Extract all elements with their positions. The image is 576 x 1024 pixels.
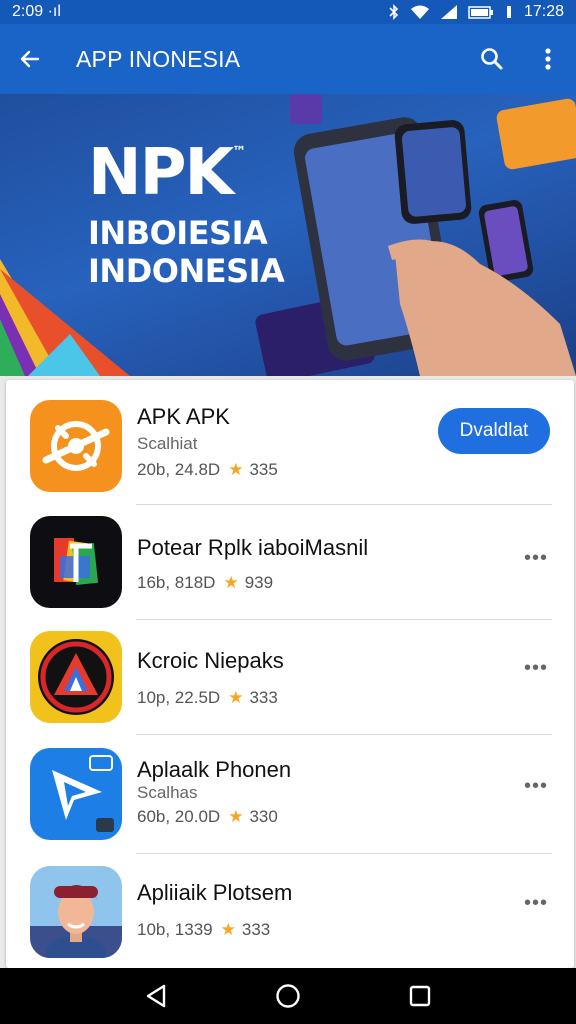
list-item[interactable]: Potear Rplk iaboiMasnil 16b, 818D ★ 939 ••… — [6, 505, 574, 619]
back-button[interactable] — [0, 24, 60, 94]
signal-icon — [440, 5, 457, 19]
search-icon — [481, 48, 503, 70]
app-meta: 20b, 24.8D ★ 335 — [137, 460, 278, 479]
blue-play-arrow-icon — [30, 748, 122, 840]
banner-artwork — [0, 94, 576, 376]
red-ring-triangle-icon — [30, 631, 122, 723]
more-options-button[interactable] — [520, 24, 576, 94]
more-options-button[interactable]: ••• — [516, 653, 556, 683]
alarm-icon — [506, 6, 511, 18]
status-bar: 2:09 ·ıl 17:28 — [0, 0, 576, 24]
home-circle-icon — [276, 984, 300, 1008]
star-icon: ★ — [220, 920, 236, 939]
app-name: APK APK — [137, 404, 230, 429]
star-icon: ★ — [228, 460, 244, 479]
app-meta: 10b, 1339 ★ 333 — [137, 920, 271, 939]
person-portrait-icon — [30, 866, 122, 958]
app-meta: 10p, 22.5D ★ 333 — [137, 688, 278, 707]
status-time-left: 2:09 ·ıl — [12, 3, 61, 20]
status-time-right: 17:28 — [523, 3, 564, 20]
recents-square-icon — [409, 985, 431, 1007]
list-item[interactable]: APK APK Scalhiat 20b, 24.8D ★ 335 Dvaldlat — [6, 380, 574, 504]
battery-icon — [468, 6, 493, 19]
more-horiz-icon: ••• — [523, 774, 548, 797]
bluetooth-icon — [389, 4, 399, 20]
more-options-button[interactable]: ••• — [516, 888, 556, 918]
more-options-button[interactable]: ••• — [516, 543, 556, 573]
more-options-button[interactable]: ••• — [516, 771, 556, 801]
promo-banner[interactable]: NPK™ INBOIESIA INDONESIA — [0, 94, 576, 376]
system-nav-bar — [0, 968, 576, 1024]
app-name: Kcroic Niepaks — [137, 648, 284, 673]
app-bar: APP INONESIA — [0, 24, 576, 94]
banner-title: NPK™ — [88, 136, 246, 210]
banner-subtitle-2: INDONESIA — [88, 252, 285, 290]
list-item[interactable]: Aplaalk Phonen Scalhas 60b, 20.0D ★ 330 ••… — [6, 735, 574, 853]
nav-back-button[interactable] — [126, 968, 186, 1024]
app-name: Potear Rplk iaboiMasnil — [137, 535, 369, 560]
nav-recents-button[interactable] — [390, 968, 450, 1024]
star-icon: ★ — [228, 807, 244, 826]
status-icons: 17:28 — [388, 3, 564, 21]
search-button[interactable] — [464, 24, 520, 94]
list-item[interactable]: Kcroic Niepaks 10p, 22.5D ★ 333 ••• — [6, 620, 574, 734]
star-icon: ★ — [223, 573, 239, 592]
more-horiz-icon: ••• — [523, 546, 548, 569]
page-title: APP INONESIA — [76, 45, 241, 72]
list-item[interactable]: Apliiaik Plotsem 10b, 1339 ★ 333 ••• — [6, 854, 574, 968]
wifi-icon — [410, 5, 429, 19]
banner-subtitle-1: INBOIESIA — [88, 214, 268, 252]
app-meta: 60b, 20.0D ★ 330 — [137, 807, 278, 826]
colorful-f-icon — [30, 516, 122, 608]
app-developer: Scalhiat — [137, 434, 198, 453]
star-icon: ★ — [228, 688, 244, 707]
app-name: Aplaalk Phonen — [137, 757, 292, 782]
app-list: APK APK Scalhiat 20b, 24.8D ★ 335 Dvaldlat… — [6, 380, 574, 968]
nav-home-button[interactable] — [258, 968, 318, 1024]
app-name: Apliiaik Plotsem — [137, 880, 293, 905]
more-horiz-icon: ••• — [523, 656, 548, 679]
more-vert-icon — [545, 48, 551, 70]
more-horiz-icon: ••• — [523, 891, 548, 914]
install-button[interactable]: Dvaldlat — [438, 408, 550, 454]
arrow-left-icon — [20, 50, 40, 68]
app-meta: 16b, 818D ★ 939 — [137, 573, 274, 592]
back-triangle-icon — [146, 984, 166, 1008]
orange-gear-icon — [30, 400, 122, 492]
app-developer: Scalhas — [137, 783, 198, 802]
